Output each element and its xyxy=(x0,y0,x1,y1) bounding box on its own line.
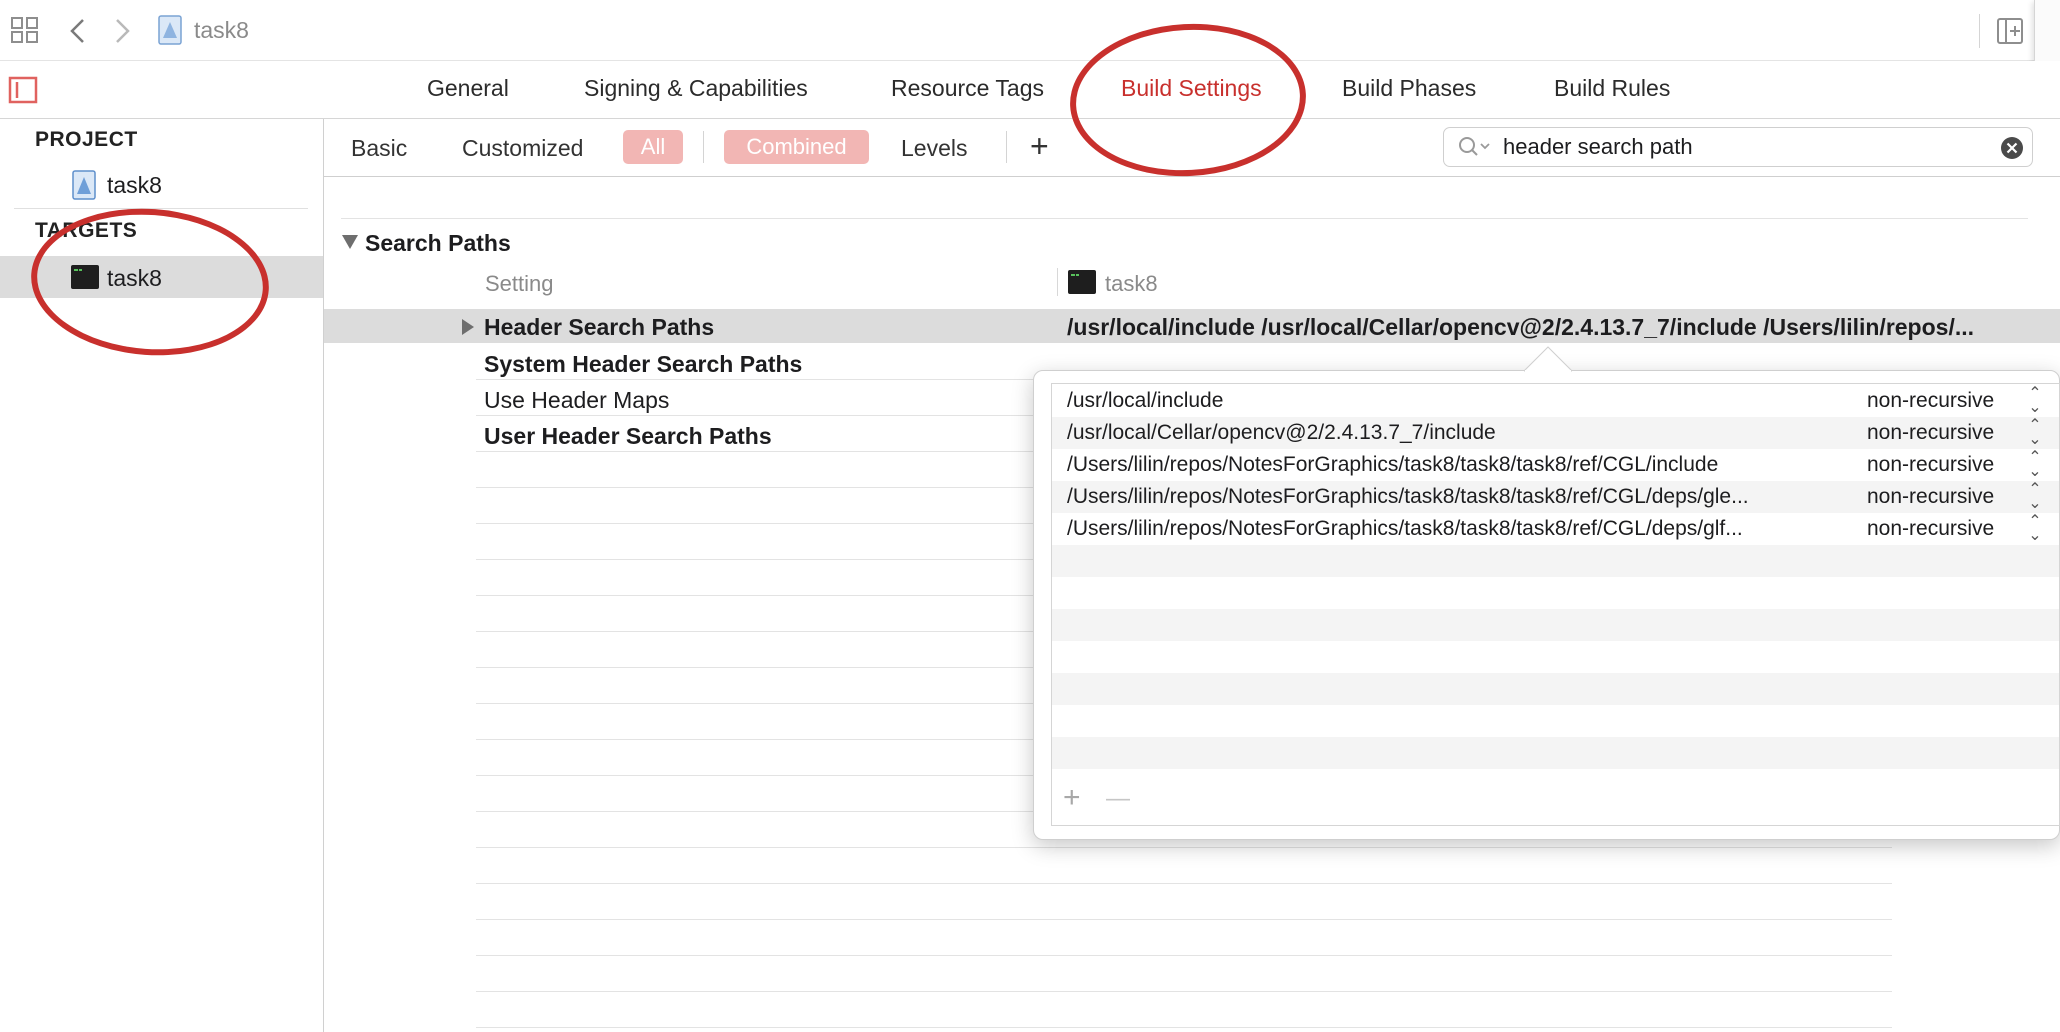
empty-row xyxy=(1052,737,2059,769)
tab-general[interactable]: General xyxy=(427,75,509,102)
filter-divider xyxy=(703,131,704,163)
window-toolbar: task8 xyxy=(0,0,2060,61)
row-separator xyxy=(476,883,1892,884)
toolbar-divider xyxy=(1979,14,1980,48)
setting-name: Header Search Paths xyxy=(484,314,715,340)
column-header-setting: Setting xyxy=(485,271,554,296)
filter-basic[interactable]: Basic xyxy=(351,135,407,162)
row-separator xyxy=(476,955,1892,956)
setting-row-header-search-paths[interactable]: Header Search Paths /usr/local/include /… xyxy=(324,309,2060,343)
column-divider xyxy=(1057,268,1058,296)
row-separator xyxy=(476,991,1892,992)
search-icon xyxy=(1459,137,1490,156)
clear-search-icon[interactable] xyxy=(2000,136,2024,160)
filter-all[interactable]: All xyxy=(623,130,683,164)
breadcrumb-file-name[interactable]: task8 xyxy=(194,17,249,44)
path-row[interactable]: /Users/lilin/repos/NotesForGraphics/task… xyxy=(1052,481,2059,513)
filter-levels[interactable]: Levels xyxy=(901,135,967,162)
row-separator xyxy=(476,919,1892,920)
empty-row xyxy=(1052,545,2059,577)
path-row[interactable]: /usr/local/Cellar/opencv@2/2.4.13.7_7/in… xyxy=(1052,417,2059,449)
recursion-select[interactable]: non-recursive xyxy=(1867,417,1994,449)
remove-path-button[interactable]: — xyxy=(1106,784,1130,814)
setting-value[interactable]: /usr/local/include /usr/local/Cellar/ope… xyxy=(1067,314,2057,341)
search-paths-list: /usr/local/include non-recursive ⌃ ⌄ /usr… xyxy=(1051,383,2060,826)
path-text[interactable]: /Users/lilin/repos/NotesForGraphics/task… xyxy=(1067,449,1857,481)
column-header-target: task8 xyxy=(1105,271,1158,296)
tab-signing-capabilities[interactable]: Signing & Capabilities xyxy=(584,75,808,102)
row-separator xyxy=(476,1027,1892,1028)
sidebar-item-label: task8 xyxy=(107,172,162,198)
popover-arrow xyxy=(1524,346,1572,372)
stepper-icon[interactable]: ⌃ ⌄ xyxy=(2028,450,2042,480)
section-title: Search Paths xyxy=(365,230,511,256)
empty-row xyxy=(1052,609,2059,641)
empty-row xyxy=(1052,673,2059,705)
path-text[interactable]: /usr/local/Cellar/opencv@2/2.4.13.7_7/in… xyxy=(1067,417,1857,449)
filter-divider xyxy=(1006,131,1007,163)
search-input[interactable]: header search path xyxy=(1503,134,1693,160)
path-text[interactable]: /Users/lilin/repos/NotesForGraphics/task… xyxy=(1067,481,1857,513)
path-row[interactable]: /usr/local/include non-recursive ⌃ ⌄ xyxy=(1052,385,2059,417)
path-row[interactable]: /Users/lilin/repos/NotesForGraphics/task… xyxy=(1052,449,2059,481)
search-field[interactable]: header search path xyxy=(1443,127,2033,167)
path-row[interactable]: /Users/lilin/repos/NotesForGraphics/task… xyxy=(1052,513,2059,545)
tab-build-rules[interactable]: Build Rules xyxy=(1554,75,1670,102)
sidebar-item-project[interactable]: task8 xyxy=(0,166,323,204)
grid-icon[interactable] xyxy=(10,16,40,44)
stepper-icon[interactable]: ⌃ ⌄ xyxy=(2028,418,2042,448)
project-file-icon xyxy=(158,15,182,45)
recursion-select[interactable]: non-recursive xyxy=(1867,449,1994,481)
setting-use-header-maps[interactable]: Use Header Maps xyxy=(484,387,669,414)
setting-system-header-search-paths[interactable]: System Header Search Paths xyxy=(484,351,802,378)
setting-user-header-search-paths[interactable]: User Header Search Paths xyxy=(484,423,772,450)
stepper-icon[interactable]: ⌃ ⌄ xyxy=(2028,386,2042,416)
forward-chevron-icon[interactable] xyxy=(114,18,132,44)
add-editor-icon[interactable] xyxy=(1996,17,2024,45)
disclosure-triangle-open-icon[interactable] xyxy=(341,234,359,250)
disclosure-triangle-closed-icon[interactable] xyxy=(461,318,475,336)
stepper-icon[interactable]: ⌃ ⌄ xyxy=(2028,482,2042,512)
path-text[interactable]: /Users/lilin/repos/NotesForGraphics/task… xyxy=(1067,513,1857,545)
stepper-icon[interactable]: ⌃ ⌄ xyxy=(2028,514,2042,544)
tab-resource-tags[interactable]: Resource Tags xyxy=(891,75,1044,102)
filter-combined[interactable]: Combined xyxy=(724,130,869,164)
add-setting-button[interactable]: + xyxy=(1030,128,1049,164)
terminal-app-icon xyxy=(1068,270,1096,294)
project-section-header: PROJECT xyxy=(35,128,138,151)
back-chevron-icon[interactable] xyxy=(68,18,86,44)
row-separator xyxy=(476,847,1892,848)
sidebar-toggle-icon[interactable] xyxy=(8,76,38,104)
tab-build-phases[interactable]: Build Phases xyxy=(1342,75,1476,102)
add-path-button[interactable]: + xyxy=(1063,783,1081,813)
project-file-icon xyxy=(72,170,96,200)
path-text[interactable]: /usr/local/include xyxy=(1067,385,1857,417)
filter-customized[interactable]: Customized xyxy=(462,135,583,162)
section-divider xyxy=(341,218,2028,219)
recursion-select[interactable]: non-recursive xyxy=(1867,481,1994,513)
recursion-select[interactable]: non-recursive xyxy=(1867,513,1994,545)
recursion-select[interactable]: non-recursive xyxy=(1867,385,1994,417)
